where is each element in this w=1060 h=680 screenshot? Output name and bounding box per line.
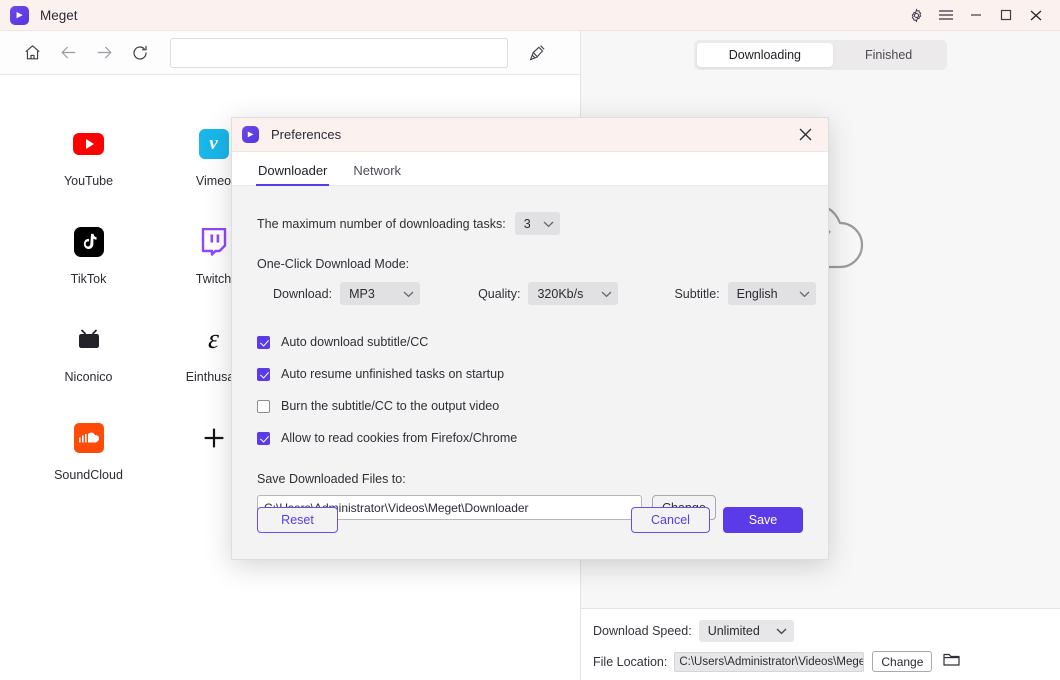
- subtitle-group: Subtitle: English: [674, 282, 816, 305]
- checkbox-label: Allow to read cookies from Firefox/Chrom…: [281, 431, 518, 445]
- save-path-label: Save Downloaded Files to:: [257, 472, 406, 486]
- checkbox-auto-download-subtitle[interactable]: [257, 335, 270, 349]
- max-tasks-value: 3: [523, 216, 531, 231]
- options-checkbox-list: Auto download subtitle/CC Auto resume un…: [257, 326, 803, 454]
- quality-value: 320Kb/s: [537, 286, 584, 301]
- dialog-body: The maximum number of downloading tasks:…: [232, 186, 828, 559]
- checkbox-row-burn-subtitle[interactable]: Burn the subtitle/CC to the output video: [257, 390, 803, 422]
- checkbox-auto-resume[interactable]: [257, 367, 270, 381]
- dialog-close-icon[interactable]: [794, 124, 816, 146]
- preferences-dialog: ▸ Preferences Downloader Network The max…: [231, 117, 829, 560]
- quality-select[interactable]: 320Kb/s: [528, 282, 619, 305]
- chevron-down-icon: [403, 291, 414, 297]
- checkbox-label: Burn the subtitle/CC to the output video: [281, 399, 500, 413]
- app-window: ▸ Meget YouTube v Vimeo TikTok Twitch Ni…: [0, 0, 1060, 680]
- one-click-row: Download: MP3 Quality: 320Kb/s Subtitle:: [257, 282, 816, 305]
- subtitle-label: Subtitle:: [674, 286, 720, 301]
- subtitle-select[interactable]: English: [727, 282, 816, 305]
- max-tasks-row: The maximum number of downloading tasks:…: [257, 212, 803, 235]
- dialog-tab-downloader[interactable]: Downloader: [255, 163, 330, 186]
- checkbox-row-read-cookies[interactable]: Allow to read cookies from Firefox/Chrom…: [257, 422, 803, 454]
- dialog-title: Preferences: [271, 127, 342, 142]
- max-tasks-label: The maximum number of downloading tasks:: [257, 216, 506, 231]
- quality-label: Quality:: [478, 286, 521, 301]
- quality-group: Quality: 320Kb/s: [478, 282, 619, 305]
- save-button[interactable]: Save: [723, 507, 803, 533]
- dialog-tab-network[interactable]: Network: [353, 163, 401, 185]
- chevron-down-icon: [799, 291, 810, 297]
- dialog-title-bar: ▸ Preferences: [232, 118, 828, 152]
- reset-button[interactable]: Reset: [257, 507, 338, 533]
- checkbox-label: Auto download subtitle/CC: [281, 335, 429, 349]
- checkbox-row-auto-resume[interactable]: Auto resume unfinished tasks on startup: [257, 358, 803, 390]
- cancel-button[interactable]: Cancel: [631, 507, 710, 533]
- checkbox-burn-subtitle[interactable]: [257, 399, 270, 413]
- download-format-label: Download:: [273, 286, 333, 301]
- max-tasks-select[interactable]: 3: [514, 212, 560, 235]
- dialog-logo-icon: ▸: [242, 126, 259, 143]
- download-format-select[interactable]: MP3: [340, 282, 421, 305]
- dialog-logo-glyph: ▸: [247, 128, 254, 140]
- checkbox-label: Auto resume unfinished tasks on startup: [281, 367, 505, 381]
- chevron-down-icon: [602, 291, 612, 297]
- subtitle-value: English: [736, 286, 778, 301]
- dialog-tabs: Downloader Network: [232, 152, 828, 186]
- one-click-section-label: One-Click Download Mode:: [257, 257, 410, 271]
- checkbox-row-auto-download-subtitle[interactable]: Auto download subtitle/CC: [257, 326, 803, 358]
- download-format-value: MP3: [349, 286, 375, 301]
- chevron-down-icon: [543, 221, 554, 227]
- checkbox-read-cookies[interactable]: [257, 431, 270, 445]
- download-format-group: Download: MP3: [273, 282, 421, 305]
- dialog-button-row: Reset Cancel Save: [257, 507, 803, 533]
